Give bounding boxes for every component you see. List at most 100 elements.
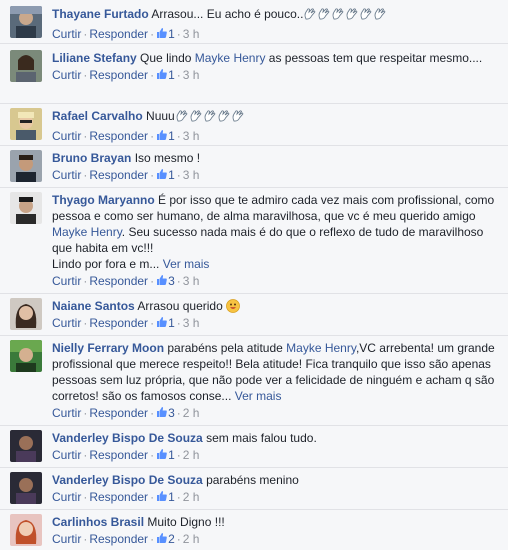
- comment-actions: Curtir · Responder · 1 · 2 h: [52, 490, 200, 504]
- comment-text: Arrasou... Eu acho é pouco..: [151, 7, 304, 21]
- thumbs-up-icon: [156, 316, 168, 328]
- like-button[interactable]: Curtir: [52, 68, 81, 82]
- divider: [0, 145, 508, 146]
- commenter-name[interactable]: Rafael Carvalho: [52, 109, 143, 123]
- like-button[interactable]: Curtir: [52, 129, 81, 143]
- like-button[interactable]: Curtir: [52, 168, 81, 182]
- thumbs-up-icon: [156, 274, 168, 286]
- timestamp[interactable]: 3 h: [183, 316, 200, 330]
- hands-emoji-icon: [175, 109, 189, 123]
- like-count[interactable]: 1: [168, 448, 175, 462]
- timestamp[interactable]: 3 h: [183, 168, 200, 182]
- like-count[interactable]: 1: [168, 490, 175, 504]
- comment-text: parabéns menino: [206, 473, 299, 487]
- timestamp[interactable]: 2 h: [183, 448, 200, 462]
- avatar[interactable]: [10, 150, 42, 182]
- comment-item: Rafael Carvalho Nuuu Curtir · Responder · 1 ·…: [0, 108, 508, 146]
- like-count[interactable]: 1: [168, 168, 175, 182]
- like-count[interactable]: 1: [168, 129, 175, 143]
- avatar[interactable]: [10, 108, 42, 140]
- mention-link[interactable]: Mayke Henry: [52, 225, 122, 239]
- reply-button[interactable]: Responder: [89, 129, 148, 143]
- avatar[interactable]: [10, 340, 42, 372]
- comment-item: Thayane Furtado Arrasou... Eu acho é pou…: [0, 6, 508, 44]
- divider: [0, 509, 508, 510]
- reply-button[interactable]: Responder: [89, 406, 148, 420]
- divider: [0, 103, 508, 104]
- reply-button[interactable]: Responder: [89, 168, 148, 182]
- commenter-name[interactable]: Thayane Furtado: [52, 7, 149, 21]
- commenter-name[interactable]: Vanderley Bispo De Souza: [52, 431, 203, 445]
- avatar[interactable]: [10, 430, 42, 462]
- like-button[interactable]: Curtir: [52, 406, 81, 420]
- thumbs-up-icon: [156, 27, 168, 39]
- comment-actions: Curtir · Responder · 1 · 3 h: [52, 316, 200, 330]
- hands-emoji-row: [175, 109, 245, 127]
- like-button[interactable]: Curtir: [52, 532, 81, 546]
- like-button[interactable]: Curtir: [52, 490, 81, 504]
- avatar[interactable]: [10, 472, 42, 504]
- reply-button[interactable]: Responder: [89, 316, 148, 330]
- comment-list: Thayane Furtado Arrasou... Eu acho é pou…: [0, 0, 508, 550]
- like-button[interactable]: Curtir: [52, 274, 81, 288]
- avatar[interactable]: [10, 192, 42, 224]
- like-count[interactable]: 1: [168, 68, 175, 82]
- comment-text: Muito Digno !!!: [147, 515, 225, 529]
- reply-button[interactable]: Responder: [89, 68, 148, 82]
- comment-actions: Curtir · Responder · 1 · 3 h: [52, 27, 200, 41]
- timestamp[interactable]: 3 h: [183, 68, 200, 82]
- like-count[interactable]: 1: [168, 27, 175, 41]
- comment-actions: Curtir · Responder · 1 · 3 h: [52, 168, 200, 182]
- commenter-name[interactable]: Thyago Maryanno: [52, 193, 155, 207]
- reply-button[interactable]: Responder: [89, 532, 148, 546]
- commenter-name[interactable]: Nielly Ferrary Moon: [52, 341, 164, 355]
- commenter-name[interactable]: Bruno Brayan: [52, 151, 131, 165]
- mention-link[interactable]: Mayke Henry: [195, 51, 266, 65]
- comment-text: Nuuu: [146, 109, 175, 123]
- comment-text: Que lindo: [140, 51, 192, 65]
- commenter-name[interactable]: Carlinhos Brasil: [52, 515, 144, 529]
- timestamp[interactable]: 3 h: [183, 129, 200, 143]
- timestamp[interactable]: 2 h: [183, 406, 200, 420]
- comment-item: Thyago Maryanno É por isso que te admiro…: [0, 192, 508, 292]
- divider: [0, 425, 508, 426]
- mention-link[interactable]: Mayke Henry: [286, 341, 356, 355]
- avatar[interactable]: [10, 298, 42, 330]
- comment-actions: Curtir · Responder · 3 · 2 h: [52, 406, 200, 420]
- avatar[interactable]: [10, 50, 42, 82]
- like-button[interactable]: Curtir: [52, 316, 81, 330]
- timestamp[interactable]: 2 h: [183, 490, 200, 504]
- timestamp[interactable]: 3 h: [183, 27, 200, 41]
- timestamp[interactable]: 3 h: [183, 274, 200, 288]
- like-button[interactable]: Curtir: [52, 27, 81, 41]
- see-more-link[interactable]: Ver mais: [235, 389, 282, 403]
- thumbs-up-icon: [156, 532, 168, 544]
- comment-actions: Curtir · Responder · 2 · 2 h: [52, 532, 200, 546]
- like-count[interactable]: 1: [168, 316, 175, 330]
- reply-button[interactable]: Responder: [89, 448, 148, 462]
- reply-button[interactable]: Responder: [89, 490, 148, 504]
- see-more-link[interactable]: Ver mais: [163, 257, 210, 271]
- timestamp[interactable]: 2 h: [183, 532, 200, 546]
- commenter-name[interactable]: Liliane Stefany: [52, 51, 137, 65]
- comment-item: Vanderley Bispo De Souza parabéns menino…: [0, 472, 508, 508]
- comment-item: Carlinhos Brasil Muito Digno !!! Curtir ·…: [0, 514, 508, 550]
- thumbs-up-icon: [156, 129, 168, 141]
- like-button[interactable]: Curtir: [52, 448, 81, 462]
- comment-text: parabéns pela atitude: [167, 341, 283, 355]
- like-count[interactable]: 3: [168, 274, 175, 288]
- comment-item: Vanderley Bispo De Souza sem mais falou …: [0, 430, 508, 466]
- thumbs-up-icon: [156, 448, 168, 460]
- like-count[interactable]: 2: [168, 532, 175, 546]
- commenter-name[interactable]: Vanderley Bispo De Souza: [52, 473, 203, 487]
- comment-text: Lindo por fora e m...: [52, 257, 160, 271]
- reply-button[interactable]: Responder: [89, 274, 148, 288]
- avatar[interactable]: [10, 6, 42, 38]
- commenter-name[interactable]: Naiane Santos: [52, 299, 135, 313]
- comment-text: as pessoas tem que respeitar mesmo....: [268, 51, 483, 65]
- divider: [0, 335, 508, 336]
- hands-emoji-icon: [345, 7, 359, 21]
- avatar[interactable]: [10, 514, 42, 546]
- reply-button[interactable]: Responder: [89, 27, 148, 41]
- like-count[interactable]: 3: [168, 406, 175, 420]
